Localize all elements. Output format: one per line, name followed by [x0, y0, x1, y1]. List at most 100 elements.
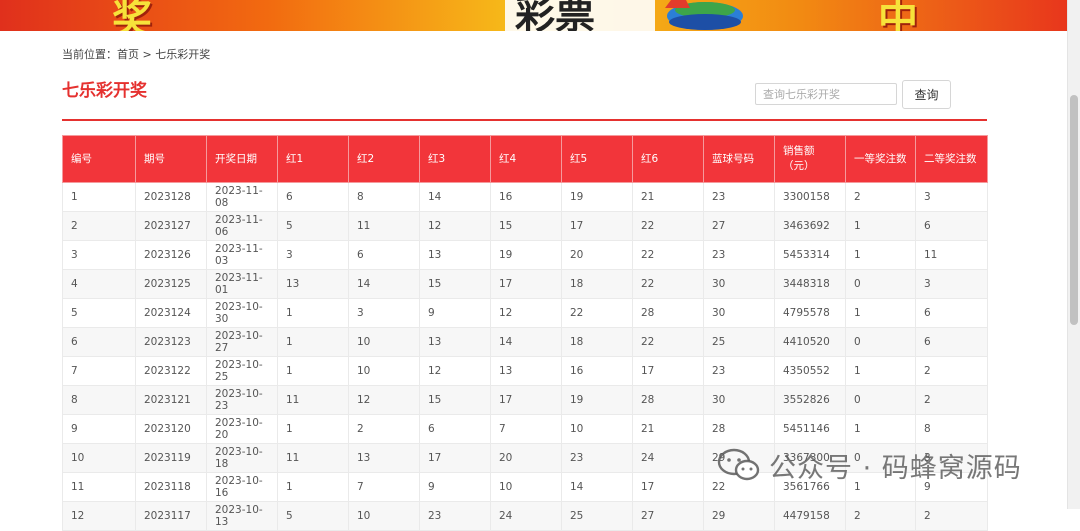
table-cell: 2023119	[135, 443, 207, 473]
breadcrumb-home-link[interactable]: 首页	[117, 48, 139, 61]
table-cell: 27	[632, 501, 704, 531]
table-row: 4 2023125 2023-11-01 13 14 15 17 18 22 30 3448318 0…	[62, 269, 988, 299]
svg-text:彩票: 彩票	[515, 0, 595, 31]
breadcrumb: 当前位置：首页 > 七乐彩开奖	[62, 46, 210, 62]
table-cell: 11	[277, 385, 349, 415]
table-cell: 1	[277, 414, 349, 444]
table-cell: 10	[348, 327, 420, 357]
table-row: 10 2023119 2023-10-18 11 13 17 20 23 24 29 3367300…	[62, 443, 988, 473]
table-row: 11 2023118 2023-10-16 1 7 9 10 14 17 22 3561766 1 9	[62, 472, 988, 502]
table-cell: 29	[703, 443, 775, 473]
table-cell: 16	[561, 356, 633, 386]
table-cell: 12	[490, 298, 562, 328]
table-cell: 30	[703, 385, 775, 415]
table-cell: 13	[348, 443, 420, 473]
table-cell: 3561766	[774, 472, 846, 502]
table-cell: 17	[632, 472, 704, 502]
table-cell: 2	[845, 182, 916, 212]
table-cell: 1	[845, 414, 916, 444]
search-input[interactable]	[755, 83, 897, 105]
column-header: 一等奖注数	[845, 135, 916, 183]
search-button[interactable]: 查询	[902, 80, 951, 109]
table-cell: 0	[845, 443, 916, 473]
table-row: 2 2023127 2023-11-06 5 11 12 15 17 22 27 3463692 1 6	[62, 211, 988, 241]
table-cell: 2023-10-27	[206, 327, 278, 357]
table-cell: 7	[490, 414, 562, 444]
table-cell: 22	[703, 472, 775, 502]
table-cell: 3367300	[774, 443, 846, 473]
table-cell: 17	[561, 211, 633, 241]
top-banner: 奖 彩票 中	[0, 0, 1068, 31]
table-cell: 20	[561, 240, 633, 270]
column-header: 红4	[490, 135, 562, 183]
table-cell: 21	[632, 182, 704, 212]
column-header: 蓝球号码	[703, 135, 775, 183]
table-cell: 1	[277, 327, 349, 357]
table-cell: 2023120	[135, 414, 207, 444]
table-cell: 15	[490, 211, 562, 241]
table-cell: 2023124	[135, 298, 207, 328]
table-cell: 2	[915, 356, 988, 386]
table-cell: 30	[703, 269, 775, 299]
table-cell: 0	[845, 385, 916, 415]
table-cell: 19	[561, 182, 633, 212]
table-cell: 1	[845, 472, 916, 502]
table-row: 1 2023128 2023-11-08 6 8 14 16 19 21 23 3300158 2 3	[62, 182, 988, 212]
table-cell: 16	[490, 182, 562, 212]
table-cell: 1	[62, 182, 136, 212]
table-cell: 2023122	[135, 356, 207, 386]
table-cell: 2023-11-01	[206, 269, 278, 299]
table-cell: 2023-10-13	[206, 501, 278, 531]
table-cell: 8	[915, 414, 988, 444]
table-cell: 6	[62, 327, 136, 357]
table-cell: 24	[490, 501, 562, 531]
table-cell: 20	[490, 443, 562, 473]
table-cell: 2023-10-18	[206, 443, 278, 473]
table-cell: 9	[419, 298, 491, 328]
table-cell: 13	[490, 356, 562, 386]
table-cell: 13	[419, 327, 491, 357]
table-cell: 2023117	[135, 501, 207, 531]
table-cell: 14	[561, 472, 633, 502]
scrollbar-thumb[interactable]	[1070, 95, 1078, 325]
column-header: 红2	[348, 135, 420, 183]
table-cell: 15	[419, 269, 491, 299]
table-row: 5 2023124 2023-10-30 1 3 9 12 22 28 30 4795578 1 6	[62, 298, 988, 328]
table-cell: 2023-10-25	[206, 356, 278, 386]
table-cell: 10	[561, 414, 633, 444]
table-cell: 2023-10-23	[206, 385, 278, 415]
column-header: 开奖日期	[206, 135, 278, 183]
table-cell: 14	[419, 182, 491, 212]
table-row: 3 2023126 2023-11-03 3 6 13 19 20 22 23 5453314 1 11	[62, 240, 988, 270]
table-cell: 21	[632, 414, 704, 444]
table-row: 8 2023121 2023-10-23 11 12 15 17 19 28 30 3552826 0…	[62, 385, 988, 415]
table-cell: 6	[348, 240, 420, 270]
table-cell: 1	[277, 356, 349, 386]
page-title: 七乐彩开奖	[62, 81, 147, 101]
banner-left-glyph: 奖	[112, 0, 152, 31]
table-cell: 15	[419, 385, 491, 415]
table-cell: 23	[561, 443, 633, 473]
table-cell: 2023-10-30	[206, 298, 278, 328]
table-cell: 1	[845, 211, 916, 241]
table-cell: 2023-11-08	[206, 182, 278, 212]
table-cell: 12	[348, 385, 420, 415]
table-cell: 22	[632, 240, 704, 270]
table-cell: 2023-11-03	[206, 240, 278, 270]
table-cell: 28	[703, 414, 775, 444]
table-cell: 6	[419, 414, 491, 444]
table-cell: 18	[561, 269, 633, 299]
table-cell: 10	[490, 472, 562, 502]
table-body: 1 2023128 2023-11-08 6 8 14 16 19 21 23 3300158 2 3 2…	[62, 182, 988, 531]
table-cell: 3463692	[774, 211, 846, 241]
column-header: 销售额 （元）	[774, 135, 846, 183]
table-cell: 27	[703, 211, 775, 241]
table-cell: 22	[632, 269, 704, 299]
column-header: 红3	[419, 135, 491, 183]
table-cell: 22	[632, 211, 704, 241]
page-scrollbar[interactable]	[1067, 0, 1080, 509]
table-cell: 2	[915, 501, 988, 531]
table-cell: 2023121	[135, 385, 207, 415]
table-cell: 6	[277, 182, 349, 212]
table-cell: 2023-10-16	[206, 472, 278, 502]
